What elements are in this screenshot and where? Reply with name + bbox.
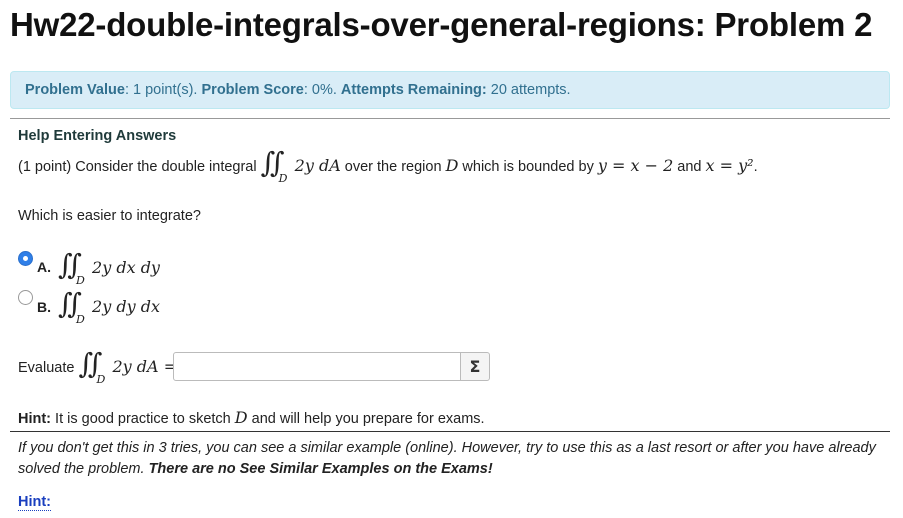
option-b-radio[interactable]	[18, 290, 33, 305]
problem-and: and	[677, 158, 702, 175]
option-a-label: A.	[37, 259, 51, 275]
hint-line: Hint: It is good practice to sketch D an…	[18, 408, 485, 427]
note-bold: There are no See Similar Examples on the…	[148, 461, 493, 477]
problem-value-label: Problem Value	[25, 82, 125, 98]
evaluate-region-sub: D	[96, 373, 106, 386]
evaluate-row: Evaluate ∬ D 2y dA =	[18, 347, 178, 386]
problem-region: D	[445, 155, 459, 175]
attempts-text: 20 attempts.	[486, 82, 571, 98]
option-b-expression: ∬ D 2y dy dx	[58, 287, 160, 326]
equation-editor-button[interactable]: Σ	[460, 352, 490, 381]
evaluate-label: Evaluate	[18, 359, 75, 376]
attempts-label: Attempts Remaining:	[340, 82, 487, 98]
double-integral-symbol: ∬ D	[260, 146, 288, 185]
hint-label: Hint:	[18, 411, 52, 427]
evaluate-integral-symbol: ∬ D	[78, 347, 106, 386]
problem-page: Hw22-double-integrals-over-general-regio…	[0, 0, 903, 518]
integral-region-sub: D	[278, 172, 288, 185]
similar-example-note: If you don't get this in 3 tries, you ca…	[18, 438, 878, 480]
option-a-expression: ∬ D 2y dx dy	[58, 248, 160, 287]
problem-info-banner: Problem Value: 1 point(s). Problem Score…	[10, 71, 890, 109]
divider-top	[10, 118, 890, 119]
hint-text-after: and will help you prepare for exams.	[247, 411, 485, 427]
problem-period: .	[753, 158, 758, 175]
problem-mid: over the region	[344, 158, 442, 175]
problem-prefix: (1 point) Consider the double integral	[18, 158, 257, 175]
problem-score-label: Problem Score	[201, 82, 304, 98]
option-a-region-sub: D	[76, 274, 85, 287]
curve-2: x = y²	[705, 155, 754, 175]
question-text: Which is easier to integrate?	[18, 208, 201, 224]
hint-text-before: It is good practice to sketch	[51, 411, 235, 427]
hint-region: D	[234, 408, 248, 427]
option-b-label: B.	[37, 299, 51, 315]
option-b-integrand: 2y dy dx	[92, 296, 160, 316]
problem-statement: (1 point) Consider the double integral ∬…	[18, 146, 758, 185]
hint-link[interactable]: Hint:	[18, 494, 52, 511]
problem-value-text: : 1 point(s).	[124, 82, 202, 98]
help-entering-answers-link[interactable]: Help Entering Answers	[18, 128, 176, 144]
option-a-integral-symbol: ∬ D	[58, 248, 85, 287]
option-b-integral-symbol: ∬ D	[58, 287, 85, 326]
curve-1: y = x − 2	[597, 155, 674, 175]
problem-integrand: 2y dA	[294, 155, 341, 175]
problem-score-text: : 0%.	[303, 82, 341, 98]
option-b-region-sub: D	[76, 313, 85, 326]
page-title: Hw22-double-integrals-over-general-regio…	[10, 6, 873, 43]
option-a-radio[interactable]	[18, 251, 33, 266]
divider-hint	[10, 431, 890, 432]
problem-bounded: which is bounded by	[462, 158, 594, 175]
evaluate-integrand: 2y dA =	[112, 356, 178, 376]
option-a-integrand: 2y dx dy	[92, 257, 160, 277]
answer-input[interactable]	[173, 352, 461, 381]
